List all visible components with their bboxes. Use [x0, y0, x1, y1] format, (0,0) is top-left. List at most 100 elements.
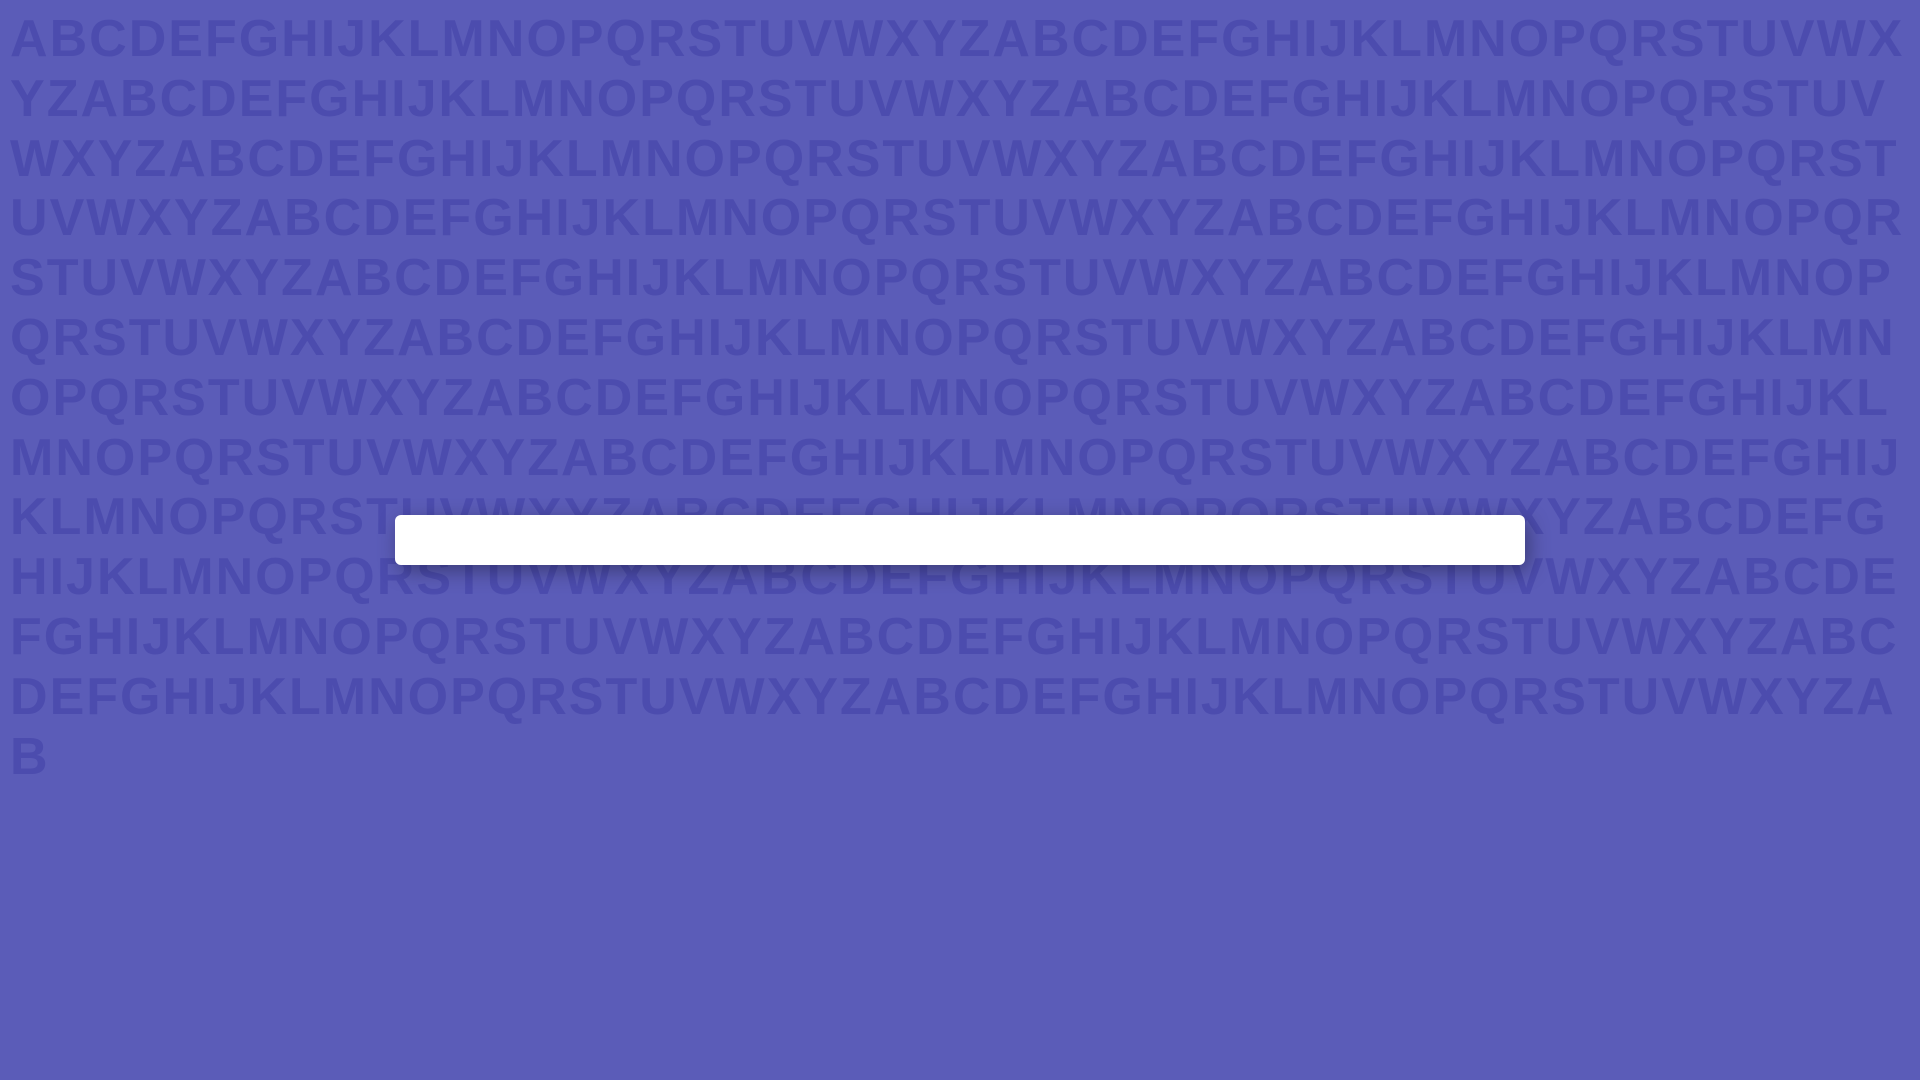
bg-letter: N	[792, 249, 832, 309]
bg-letter: H	[1498, 189, 1538, 249]
bg-letter: H	[1264, 10, 1304, 70]
bg-letter: G	[544, 249, 586, 309]
bg-letter: G	[397, 130, 439, 190]
bg-letter: E	[1617, 369, 1654, 429]
bg-letter: N	[645, 130, 685, 190]
bg-letter: A	[992, 10, 1032, 70]
bg-letter: A	[1459, 369, 1499, 429]
bg-letter: S	[329, 488, 366, 548]
bg-letter: Q	[840, 189, 882, 249]
bg-letter: R	[953, 249, 993, 309]
bg-letter: J	[642, 249, 673, 309]
bg-letter: H	[1569, 249, 1609, 309]
bg-letter: M	[1658, 189, 1703, 249]
bg-letter: B	[913, 668, 953, 728]
bg-letter: W	[1385, 429, 1436, 489]
bg-letter: L	[874, 369, 908, 429]
bg-letter: L	[642, 189, 676, 249]
bg-letter: N	[487, 10, 527, 70]
bg-letter: K	[439, 70, 479, 130]
bg-letter: D	[363, 189, 403, 249]
bg-letter: Z	[134, 130, 168, 190]
bg-letter: Z	[1822, 668, 1856, 728]
bg-letter: M	[746, 249, 791, 309]
bg-letter: D	[129, 10, 169, 70]
bg-letter: Q	[676, 70, 718, 130]
bg-letter: T	[959, 189, 993, 249]
bg-letter: C	[160, 70, 200, 130]
bg-letter: G	[1772, 429, 1814, 489]
bg-letter: H	[1145, 668, 1185, 728]
bg-letter: I	[787, 369, 803, 429]
bg-letter: A	[244, 189, 284, 249]
bg-letter: J	[1320, 10, 1351, 70]
bg-letter: B	[1032, 10, 1072, 70]
bg-letter: W	[403, 429, 454, 489]
bg-letter: N	[1274, 608, 1314, 668]
bg-letter: X	[885, 10, 922, 70]
bg-letter: V	[1585, 608, 1622, 668]
bg-letter: V	[120, 249, 157, 309]
bg-letter: J	[337, 10, 368, 70]
bg-letter: K	[1585, 189, 1625, 249]
bg-letter: M	[1424, 10, 1469, 70]
bg-letter: P	[211, 488, 248, 548]
bg-letter: U	[828, 70, 868, 130]
bg-letter: T	[529, 608, 563, 668]
bg-letter: K	[10, 488, 50, 548]
bg-letter: O	[1509, 10, 1551, 70]
bg-letter: N	[292, 608, 332, 668]
bg-letter: I	[1538, 189, 1554, 249]
bg-letter: H	[747, 369, 787, 429]
bg-letter: D	[1735, 488, 1775, 548]
bg-letter: I	[391, 70, 407, 130]
bg-letter: X	[61, 130, 98, 190]
bg-letter: E	[1151, 10, 1188, 70]
bg-letter: L	[137, 548, 171, 608]
bg-letter: B	[1583, 429, 1623, 489]
bg-letter: D	[516, 309, 556, 369]
bg-letter: I	[1769, 369, 1785, 429]
bg-letter: W	[1698, 668, 1749, 728]
bg-letter: J	[1201, 668, 1232, 728]
bg-letter: P	[803, 189, 840, 249]
bg-letter: M	[828, 309, 873, 369]
bg-letter: H	[281, 10, 321, 70]
bg-letter: M	[992, 429, 1037, 489]
bg-letter: G	[309, 70, 351, 130]
bg-letter: W	[86, 189, 137, 249]
bg-letter: N	[557, 70, 597, 130]
bg-letter: R	[1199, 429, 1239, 489]
bg-letter: L	[566, 130, 600, 190]
bg-letter: Z	[1193, 189, 1227, 249]
bg-letter: P	[1432, 668, 1469, 728]
bg-letter: Y	[1156, 189, 1193, 249]
bg-letter: R	[132, 369, 172, 429]
bg-letter: X	[956, 70, 993, 130]
bg-letter: F	[1187, 10, 1221, 70]
bg-letter: Q	[1469, 668, 1511, 728]
bg-letter: P	[1622, 70, 1659, 130]
bg-letter: A	[1227, 189, 1267, 249]
bg-letter: E	[326, 130, 363, 190]
bg-letter: H	[1815, 429, 1855, 489]
bg-letter: P	[52, 369, 89, 429]
bg-letter: Y	[727, 608, 764, 668]
bg-letter: Q	[334, 548, 376, 608]
bg-letter: B	[1419, 309, 1459, 369]
bg-letter: Y	[327, 309, 364, 369]
bg-letter: P	[1786, 189, 1823, 249]
bg-letter: S	[922, 189, 959, 249]
bg-letter: B	[10, 728, 50, 788]
bg-letter: D	[916, 608, 956, 668]
bg-letter: K	[1509, 130, 1549, 190]
bg-letter: R	[453, 608, 493, 668]
bg-letter: F	[275, 70, 309, 130]
bg-letter: Y	[1473, 429, 1510, 489]
bg-letter: Q	[487, 668, 529, 728]
bg-letter: Y	[1227, 249, 1264, 309]
bg-letter: P	[450, 668, 487, 728]
bg-letter: R	[1435, 608, 1475, 668]
bg-letter: J	[1554, 189, 1585, 249]
bg-letter: F	[1812, 488, 1846, 548]
